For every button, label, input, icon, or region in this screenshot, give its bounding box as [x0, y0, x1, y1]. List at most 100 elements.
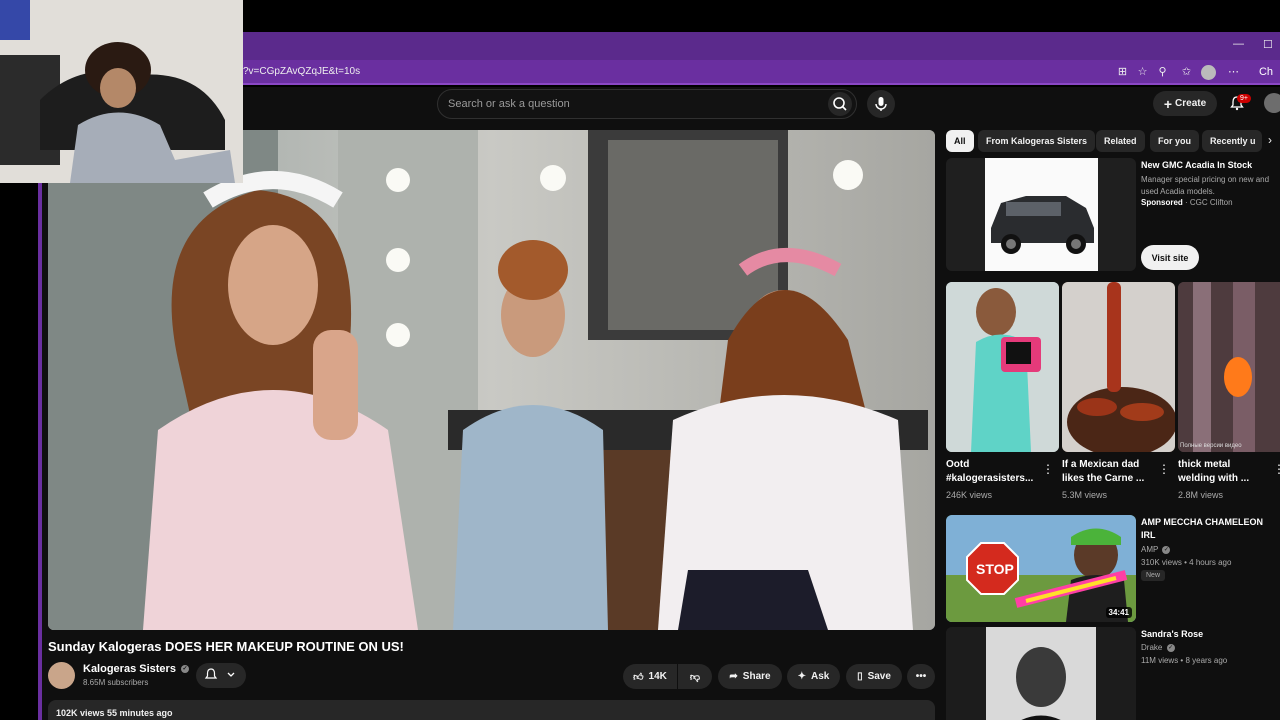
video-channel[interactable]: AMP ✓ [1141, 545, 1171, 554]
dislike-button[interactable]: 👎︎ [678, 664, 712, 689]
chip-all[interactable]: All [946, 130, 974, 152]
short-title[interactable]: If a Mexican dad likes the Carne ... [1062, 458, 1154, 486]
ask-label: Ask [811, 671, 830, 682]
share-label: Share [742, 671, 771, 682]
apps-icon[interactable]: ⊞ [1115, 65, 1130, 80]
ask-button[interactable]: ✦ Ask [787, 664, 840, 689]
profile-icon[interactable] [1201, 65, 1216, 80]
account-avatar[interactable] [1264, 93, 1280, 113]
channel-text: AMP [1141, 545, 1159, 554]
short-thumbnail[interactable] [1062, 282, 1175, 452]
video-thumbnail[interactable]: STOP 34:41 [946, 515, 1136, 622]
short-thumbnail[interactable] [946, 282, 1059, 452]
description-box[interactable]: 102K views 55 minutes ago [48, 700, 935, 720]
chip-for-you[interactable]: For you [1150, 130, 1199, 152]
short-title[interactable]: thick metal welding with ... [1178, 458, 1270, 486]
short-views: 5.3M views [1062, 490, 1108, 500]
save-button[interactable]: ▯ Save [846, 664, 902, 689]
short-views: 246K views [946, 490, 993, 500]
chevron-right-icon[interactable]: › [1268, 133, 1272, 147]
share-button[interactable]: ➦ Share [718, 664, 782, 689]
more-vertical-icon[interactable]: ⋮ [1273, 462, 1280, 476]
chip-from-channel[interactable]: From Kalogeras Sisters [978, 130, 1096, 152]
video-title: Sunday Kalogeras DOES HER MAKEUP ROUTINE… [48, 639, 404, 654]
star-icon[interactable]: ☆ [1135, 65, 1150, 80]
subscription-bell-button[interactable] [196, 663, 246, 688]
url-text[interactable]: ?v=CGpZAvQZqJE&t=10s [243, 66, 360, 77]
more-horizontal-icon: ••• [915, 671, 927, 682]
share-icon: ➦ [729, 671, 738, 682]
channel-text: Drake [1141, 643, 1163, 652]
video-frame [48, 130, 935, 630]
channel-avatar[interactable] [48, 662, 75, 689]
thumbnail-image [946, 627, 1136, 720]
video-duration: 34:41 [1105, 607, 1132, 618]
verified-icon: ✓ [1162, 545, 1171, 554]
more-vertical-icon[interactable]: ⋮ [1042, 462, 1054, 476]
webcam-image [0, 0, 243, 183]
views-and-date: 102K views 55 minutes ago [56, 708, 173, 718]
video-channel[interactable]: Drake ✓ [1141, 643, 1175, 652]
short-image [946, 282, 1059, 452]
short-image [1178, 282, 1280, 452]
sparkle-icon: ✦ [797, 671, 807, 682]
channel-name[interactable]: Kalogeras Sisters ✓ [83, 663, 189, 675]
short-image [1062, 282, 1175, 452]
svg-text:STOP: STOP [976, 561, 1014, 577]
video-player[interactable] [48, 130, 935, 630]
microphone-icon [875, 97, 887, 111]
ad-sponsor-line: Sponsored · CGC Clifton [1141, 198, 1233, 207]
plus-icon: + [1163, 95, 1173, 112]
video-thumbnail[interactable] [946, 627, 1136, 720]
search-icon [833, 97, 847, 111]
short-thumbnail[interactable] [1178, 282, 1280, 452]
thumbnail-image: STOP [946, 515, 1136, 622]
search-input[interactable]: Search or ask a question [437, 89, 857, 119]
video-meta: 310K views • 4 hours ago [1141, 558, 1232, 567]
chip-recently-uploaded[interactable]: Recently u [1202, 130, 1262, 152]
like-button[interactable]: 👍︎ 14K [623, 664, 677, 689]
browser-titlebar: — ☐ [243, 32, 1280, 60]
address-bar[interactable]: ?v=CGpZAvQZqJE&t=10s ⊞ ☆ ⚲ ✩ ⋯ Ch [243, 60, 1280, 85]
short-views: 2.8M views [1178, 490, 1224, 500]
webcam-overlay [0, 0, 243, 183]
video-title[interactable]: AMP MECCHA CHAMELEON IRL [1141, 516, 1276, 542]
new-badge: New [1141, 570, 1166, 581]
copilot-icon[interactable]: Ch [1251, 65, 1280, 80]
thumbs-down-icon: 👎︎ [689, 671, 701, 683]
advertiser-name: · CGC Clifton [1182, 198, 1233, 207]
verified-icon: ✓ [1166, 643, 1175, 652]
extensions-icon[interactable]: ⚲ [1155, 65, 1170, 80]
bookmark-icon: ▯ [857, 671, 863, 682]
like-count: 14K [648, 671, 667, 682]
suv-image [985, 158, 1098, 271]
notification-count-badge: 9+ [1237, 94, 1251, 103]
search-button[interactable] [828, 92, 852, 116]
short-overlay-caption: Полные версии видео [1180, 443, 1242, 449]
verified-icon: ✓ [181, 665, 189, 674]
short-title[interactable]: Ootd #kalogerasisters... [946, 458, 1038, 486]
more-vertical-icon[interactable]: ⋮ [1158, 462, 1170, 476]
bell-icon [204, 668, 235, 679]
sponsored-label: Sponsored [1141, 198, 1183, 207]
thumbs-up-icon: 👍︎ [633, 671, 644, 683]
create-label: Create [1175, 98, 1207, 109]
more-actions-button[interactable]: ••• [907, 664, 935, 689]
minimize-button[interactable]: — [1233, 38, 1244, 50]
voice-search-button[interactable] [867, 90, 895, 118]
video-meta: 11M views • 8 years ago [1141, 656, 1228, 665]
chip-related[interactable]: Related [1096, 130, 1145, 152]
subscriber-count: 8.65M subscribers [83, 678, 149, 687]
ad-title[interactable]: New GMC Acadia In Stock [1141, 160, 1252, 170]
maximize-button[interactable]: ☐ [1263, 38, 1273, 51]
ad-description: Manager special pricing on new and used … [1141, 175, 1270, 196]
more-options-icon[interactable]: ⋯ [1226, 65, 1241, 80]
save-label: Save [867, 671, 891, 682]
channel-name-text: Kalogeras Sisters [83, 663, 176, 675]
video-title[interactable]: Sandra's Rose [1141, 628, 1276, 641]
visit-site-button[interactable]: Visit site [1141, 245, 1199, 270]
create-button[interactable]: + Create [1153, 91, 1217, 116]
ad-thumbnail[interactable] [946, 158, 1136, 271]
search-placeholder: Search or ask a question [448, 98, 570, 110]
favorites-icon[interactable]: ✩ [1179, 65, 1194, 80]
